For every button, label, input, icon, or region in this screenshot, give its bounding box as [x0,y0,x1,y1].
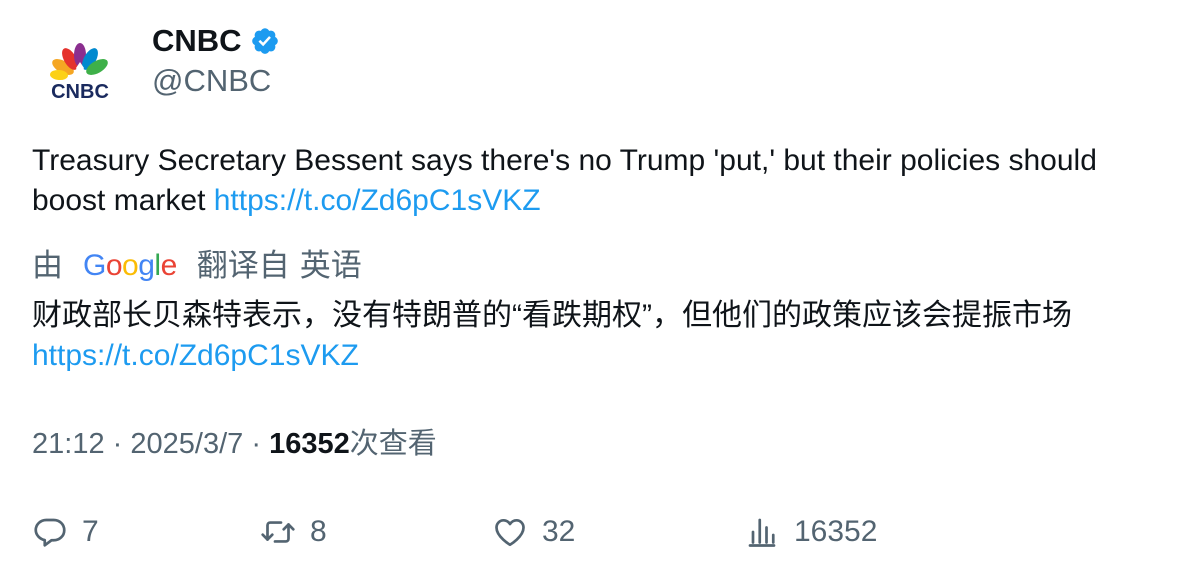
translated-from: 翻译自 英语 [197,246,362,286]
reply-icon [34,518,66,547]
translated-from-label: 翻译自 [196,248,290,283]
translated-by-prefix: 由 [32,248,63,283]
reply-button[interactable]: 7 [32,510,99,554]
views-button[interactable]: 16352 [744,510,877,554]
meta-separator: · [112,428,123,460]
verified-badge-icon [250,26,280,56]
author-display-name[interactable]: CNBC [152,22,242,60]
tweet-link[interactable]: https://t.co/Zd6pC1sVKZ [214,184,541,217]
translated-text: 财政部长贝森特表示，没有特朗普的“看跌期权”，但他们的政策应该会提振市场 htt… [32,296,1172,376]
views-action-count: 16352 [794,515,878,548]
tweet-date[interactable]: 2025/3/7 [130,428,243,460]
tweet-meta: 21:12 · 2025/3/7 · 16352次查看 [32,424,437,464]
tweet-body: Treasury Secretary Bessent says there's … [32,144,1097,217]
tweet-text: Treasury Secretary Bessent says there's … [32,141,1162,221]
google-logo-letter: o [122,249,139,282]
reply-count: 7 [82,515,99,548]
views-label: 次查看 [349,428,437,460]
google-logo-letter: o [105,249,123,282]
author-name-row: CNBC [152,22,280,60]
cnbc-peacock-logo-icon: CNBC [50,43,109,103]
translated-link[interactable]: https://t.co/Zd6pC1sVKZ [32,339,359,372]
translation-attribution: 由 Google 翻译自 英语 [32,246,362,286]
like-count: 32 [542,515,576,548]
avatar[interactable]: CNBC [32,26,128,122]
meta-separator: · [251,428,261,460]
like-button[interactable]: 32 [492,510,575,554]
google-logo-letter: G [83,249,106,282]
author-handle[interactable]: @CNBC [152,62,271,100]
google-logo-letter: e [160,249,178,282]
cnbc-logo-text: CNBC [51,81,109,103]
tweet-time[interactable]: 21:12 [32,428,105,460]
google-logo-letter: g [138,249,155,282]
translated-body: 财政部长贝森特表示，没有特朗普的“看跌期权”，但他们的政策应该会提振市场 [32,299,1072,332]
analytics-icon [748,518,776,547]
source-language: 英语 [299,248,362,283]
retweet-icon [261,521,295,543]
retweet-button[interactable]: 8 [260,510,327,554]
retweet-count: 8 [310,515,327,548]
heart-icon [495,518,525,547]
action-bar: 7 8 32 16352 [32,510,1172,554]
views-count: 16352 [269,428,350,460]
google-logo[interactable]: Google [83,246,177,286]
